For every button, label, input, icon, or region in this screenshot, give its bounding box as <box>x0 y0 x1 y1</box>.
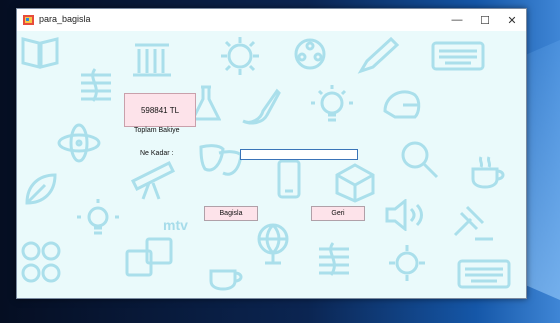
phone-icon <box>277 159 301 199</box>
donate-button-label: Bagisla <box>219 210 243 217</box>
amount-input[interactable] <box>240 149 358 160</box>
magnifier-icon <box>401 141 439 179</box>
balance-display: 598841 TL <box>124 93 196 127</box>
atom-icon <box>57 123 101 163</box>
keyboard-icon <box>431 41 485 71</box>
lightbulb-icon <box>77 199 119 235</box>
speaker-icon <box>385 199 423 231</box>
tea-cup-icon <box>471 156 505 189</box>
app-window: para_bagisla — ☐ ✕ mtv 598841 TL Toplam … <box>16 8 527 299</box>
app-icon <box>23 15 34 25</box>
close-button[interactable]: ✕ <box>498 9 526 31</box>
telescope-icon <box>130 160 176 200</box>
globe-icon <box>257 223 289 265</box>
maximize-icon: ☐ <box>480 14 490 27</box>
virus-icon <box>389 245 425 281</box>
back-button-label: Geri <box>331 210 345 217</box>
virus-icon <box>221 37 259 75</box>
music-note-icon <box>319 242 349 276</box>
back-button[interactable]: Geri <box>311 206 365 221</box>
cube-icon <box>335 163 375 203</box>
close-icon: ✕ <box>507 14 517 27</box>
lightbulb-icon <box>311 85 353 122</box>
keyboard-icon <box>457 259 511 289</box>
helmet-icon <box>383 90 421 119</box>
tea-cup-icon <box>209 269 243 291</box>
window-title: para_bagisla <box>39 14 91 24</box>
language-icon <box>125 237 173 277</box>
mtv-watermark: mtv <box>163 217 188 233</box>
donate-button[interactable]: Bagisla <box>204 206 258 221</box>
book-icon <box>21 37 59 69</box>
form-client-area: mtv 598841 TL Toplam Bakiye Ne Kadar : B… <box>17 31 526 298</box>
pencil-icon <box>357 36 400 74</box>
title-bar[interactable]: para_bagisla — ☐ ✕ <box>17 9 526 31</box>
theater-masks-icon <box>199 144 243 176</box>
column-icon <box>133 43 171 77</box>
minimize-button[interactable]: — <box>443 9 471 31</box>
paint-brush-icon <box>242 88 281 125</box>
music-note-icon <box>81 68 111 102</box>
gavel-icon <box>453 205 493 241</box>
film-reel-icon <box>294 38 326 70</box>
leaf-icon <box>25 173 57 205</box>
balance-label: Toplam Bakiye <box>134 127 180 134</box>
balance-value: 598841 TL <box>140 105 180 115</box>
maximize-button[interactable]: ☐ <box>471 9 499 31</box>
amount-label: Ne Kadar : <box>140 150 174 157</box>
minimize-icon: — <box>451 14 463 26</box>
calculator-icon <box>21 241 61 283</box>
